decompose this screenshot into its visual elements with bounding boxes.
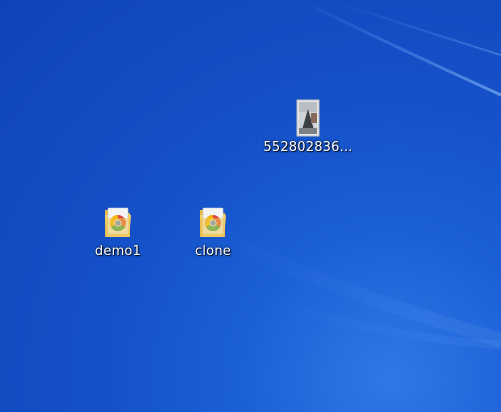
desktop-icon-label: clone	[195, 244, 231, 259]
chrome-folder-icon	[98, 202, 138, 242]
desktop[interactable]: 552802836... demo1 clone	[0, 0, 501, 412]
desktop-icon-label: demo1	[94, 244, 142, 259]
desktop-icon-label: 552802836...	[263, 140, 353, 155]
image-file-icon	[288, 98, 328, 138]
chrome-folder-icon	[193, 202, 233, 242]
desktop-icon-demo1[interactable]: demo1	[80, 202, 156, 274]
desktop-icon-clone[interactable]: clone	[175, 202, 251, 274]
desktop-icon-image-file[interactable]: 552802836...	[263, 98, 352, 170]
